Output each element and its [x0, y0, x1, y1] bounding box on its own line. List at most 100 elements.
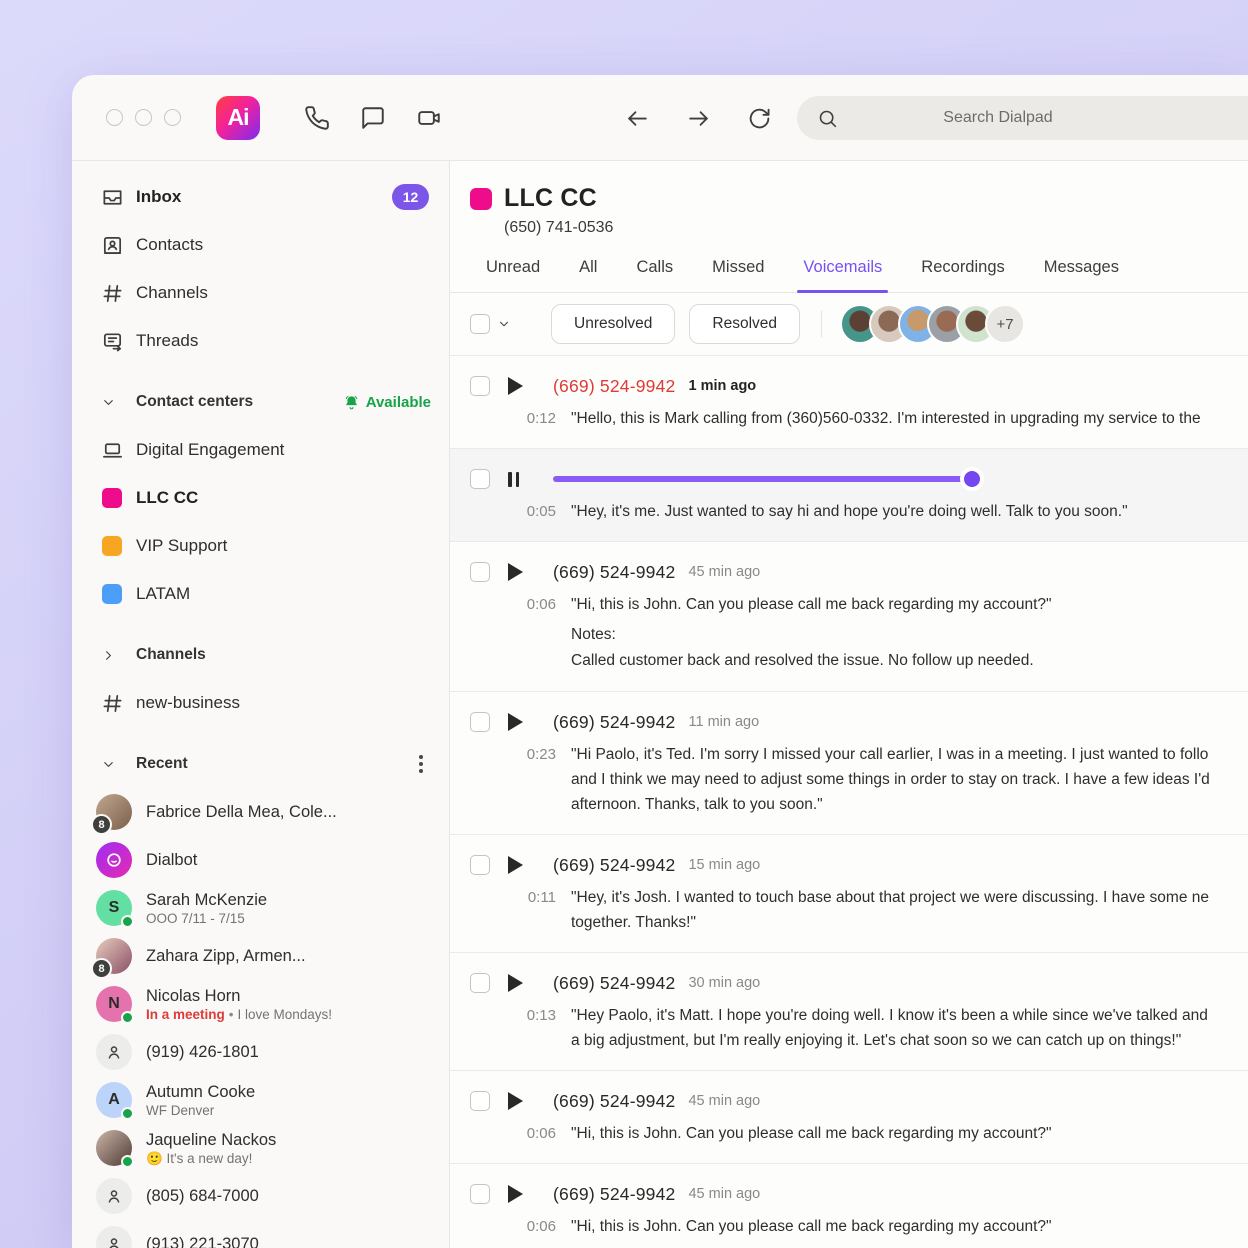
recent-item-autumn-cooke[interactable]: AAutumn CookeWF Denver — [72, 1076, 449, 1124]
search-input[interactable]: Search Dialpad — [797, 96, 1248, 140]
voicemail-row[interactable]: (669) 524-994245 min ago0:06"Hi, this is… — [450, 1164, 1248, 1248]
recent-item-sarah-mckenzie[interactable]: SSarah McKenzieOOO 7/11 - 7/15 — [72, 884, 449, 932]
unresolved-filter-button[interactable]: Unresolved — [551, 304, 675, 344]
window-control-dot[interactable] — [164, 109, 181, 126]
recent-item-fabrice-della-mea-cole[interactable]: 8Fabrice Della Mea, Cole... — [72, 788, 449, 836]
recent-item-jaqueline-nackos[interactable]: Jaqueline Nackos🙂 It's a new day! — [72, 1124, 449, 1172]
sidebar-item-llc-cc[interactable]: LLC CC — [72, 474, 449, 522]
video-icon[interactable] — [415, 104, 442, 131]
caller-number[interactable]: (669) 524-9942 — [553, 376, 675, 397]
playback-progress-bar[interactable] — [553, 476, 970, 482]
recent-item-dialbot[interactable]: Dialbot — [72, 836, 449, 884]
tab-voicemails[interactable]: Voicemails — [803, 258, 882, 292]
voicemail-row[interactable]: 0:05"Hey, it's me. Just wanted to say hi… — [450, 449, 1248, 542]
play-button[interactable] — [508, 1092, 526, 1110]
section-contact-centers[interactable]: Contact centers Available — [72, 378, 449, 426]
refresh-icon[interactable] — [746, 105, 773, 132]
resolved-filter-button[interactable]: Resolved — [689, 304, 800, 344]
main-panel: LLC CC (650) 741-0536 UnreadAllCallsMiss… — [450, 161, 1248, 1248]
voicemail-duration: 0:06 — [520, 1214, 556, 1248]
back-arrow-icon[interactable] — [624, 105, 651, 132]
voicemail-row[interactable]: (669) 524-994230 min ago0:13"Hey Paolo, … — [450, 953, 1248, 1071]
play-button[interactable] — [508, 563, 526, 581]
tab-recordings[interactable]: Recordings — [921, 258, 1004, 292]
tab-missed[interactable]: Missed — [712, 258, 764, 292]
section-title: Recent — [136, 755, 411, 773]
section-title: Channels — [136, 646, 431, 664]
sidebar-item-vip-support[interactable]: VIP Support — [72, 522, 449, 570]
sidebar-item-label: Channels — [136, 283, 429, 303]
voicemail-row[interactable]: (669) 524-994211 min ago0:23"Hi Paolo, i… — [450, 692, 1248, 835]
recent-item-805-684-7000[interactable]: (805) 684-7000 — [72, 1172, 449, 1220]
chevron-right-icon[interactable] — [100, 647, 116, 663]
sidebar-item-channels[interactable]: Channels — [72, 269, 449, 317]
window-control-dot[interactable] — [106, 109, 123, 126]
divider — [821, 311, 822, 337]
phone-icon[interactable] — [303, 104, 330, 131]
voicemail-checkbox[interactable] — [470, 712, 490, 732]
sidebar-item-label: Digital Engagement — [136, 440, 429, 460]
sidebar-item-contacts[interactable]: Contacts — [72, 221, 449, 269]
voicemail-checkbox[interactable] — [470, 1091, 490, 1111]
caller-number[interactable]: (669) 524-9942 — [553, 712, 675, 733]
section-recent[interactable]: Recent — [72, 740, 449, 788]
more-options-icon[interactable] — [411, 755, 431, 773]
forward-arrow-icon[interactable] — [685, 105, 712, 132]
availability-label: Available — [366, 394, 431, 411]
play-button[interactable] — [508, 377, 526, 395]
section-channels[interactable]: Channels — [72, 631, 449, 679]
play-button[interactable] — [508, 856, 526, 874]
sidebar-item-latam[interactable]: LATAM — [72, 570, 449, 618]
voicemail-checkbox[interactable] — [470, 855, 490, 875]
avatar — [96, 1178, 132, 1214]
sidebar-item-digital-engagement[interactable]: Digital Engagement — [72, 426, 449, 474]
recent-item-913-221-3070[interactable]: (913) 221-3070 — [72, 1220, 449, 1248]
play-button[interactable] — [508, 713, 526, 731]
voicemail-duration: 0:23 — [520, 742, 556, 817]
play-button[interactable] — [508, 974, 526, 992]
voicemail-row[interactable]: (669) 524-994215 min ago0:11"Hey, it's J… — [450, 835, 1248, 953]
availability-status[interactable]: Available — [343, 394, 431, 411]
avatar-overflow-count[interactable]: +7 — [985, 304, 1025, 344]
tab-calls[interactable]: Calls — [636, 258, 673, 292]
voicemail-row[interactable]: (669) 524-994245 min ago0:06"Hi, this is… — [450, 1071, 1248, 1164]
voicemail-checkbox[interactable] — [470, 1184, 490, 1204]
chevron-down-icon[interactable] — [497, 317, 511, 331]
recent-item-name: Zahara Zipp, Armen... — [146, 946, 431, 966]
voicemail-checkbox[interactable] — [470, 376, 490, 396]
chevron-down-icon[interactable] — [100, 394, 116, 410]
sidebar-item-threads[interactable]: Threads — [72, 317, 449, 365]
voicemail-duration: 0:06 — [520, 1121, 556, 1146]
tab-all[interactable]: All — [579, 258, 597, 292]
voicemail-row[interactable]: (669) 524-994245 min ago0:06"Hi, this is… — [450, 542, 1248, 692]
playback-thumb[interactable] — [964, 471, 980, 487]
caller-number[interactable]: (669) 524-9942 — [553, 1091, 675, 1112]
recent-item-zahara-zipp-armen[interactable]: 8Zahara Zipp, Armen... — [72, 932, 449, 980]
laptop-icon — [100, 438, 124, 462]
tab-unread[interactable]: Unread — [486, 258, 540, 292]
threads-icon — [100, 329, 124, 353]
recent-item-nicolas-horn[interactable]: NNicolas HornIn a meeting•I love Mondays… — [72, 980, 449, 1028]
caller-number[interactable]: (669) 524-9942 — [553, 1184, 675, 1205]
presence-dot — [121, 1107, 134, 1120]
voicemail-row[interactable]: (669) 524-99421 min ago0:12"Hello, this … — [450, 356, 1248, 449]
sidebar-item-inbox[interactable]: Inbox12 — [72, 173, 449, 221]
chat-icon[interactable] — [359, 104, 386, 131]
select-all-checkbox[interactable] — [470, 314, 490, 334]
agent-avatars[interactable]: +7 — [840, 304, 1025, 344]
chevron-down-icon[interactable] — [100, 756, 116, 772]
voicemail-timestamp: 45 min ago — [688, 1093, 760, 1109]
voicemail-checkbox[interactable] — [470, 469, 490, 489]
voicemail-checkbox[interactable] — [470, 973, 490, 993]
caller-number[interactable]: (669) 524-9942 — [553, 855, 675, 876]
tab-messages[interactable]: Messages — [1044, 258, 1119, 292]
recent-item-919-426-1801[interactable]: (919) 426-1801 — [72, 1028, 449, 1076]
caller-number[interactable]: (669) 524-9942 — [553, 562, 675, 583]
play-button[interactable] — [508, 1185, 526, 1203]
voicemail-checkbox[interactable] — [470, 562, 490, 582]
window-control-dot[interactable] — [135, 109, 152, 126]
caller-number[interactable]: (669) 524-9942 — [553, 973, 675, 994]
pause-button[interactable] — [508, 472, 526, 487]
window-controls[interactable] — [106, 109, 181, 126]
sidebar-item-new-business[interactable]: new-business — [72, 679, 449, 727]
